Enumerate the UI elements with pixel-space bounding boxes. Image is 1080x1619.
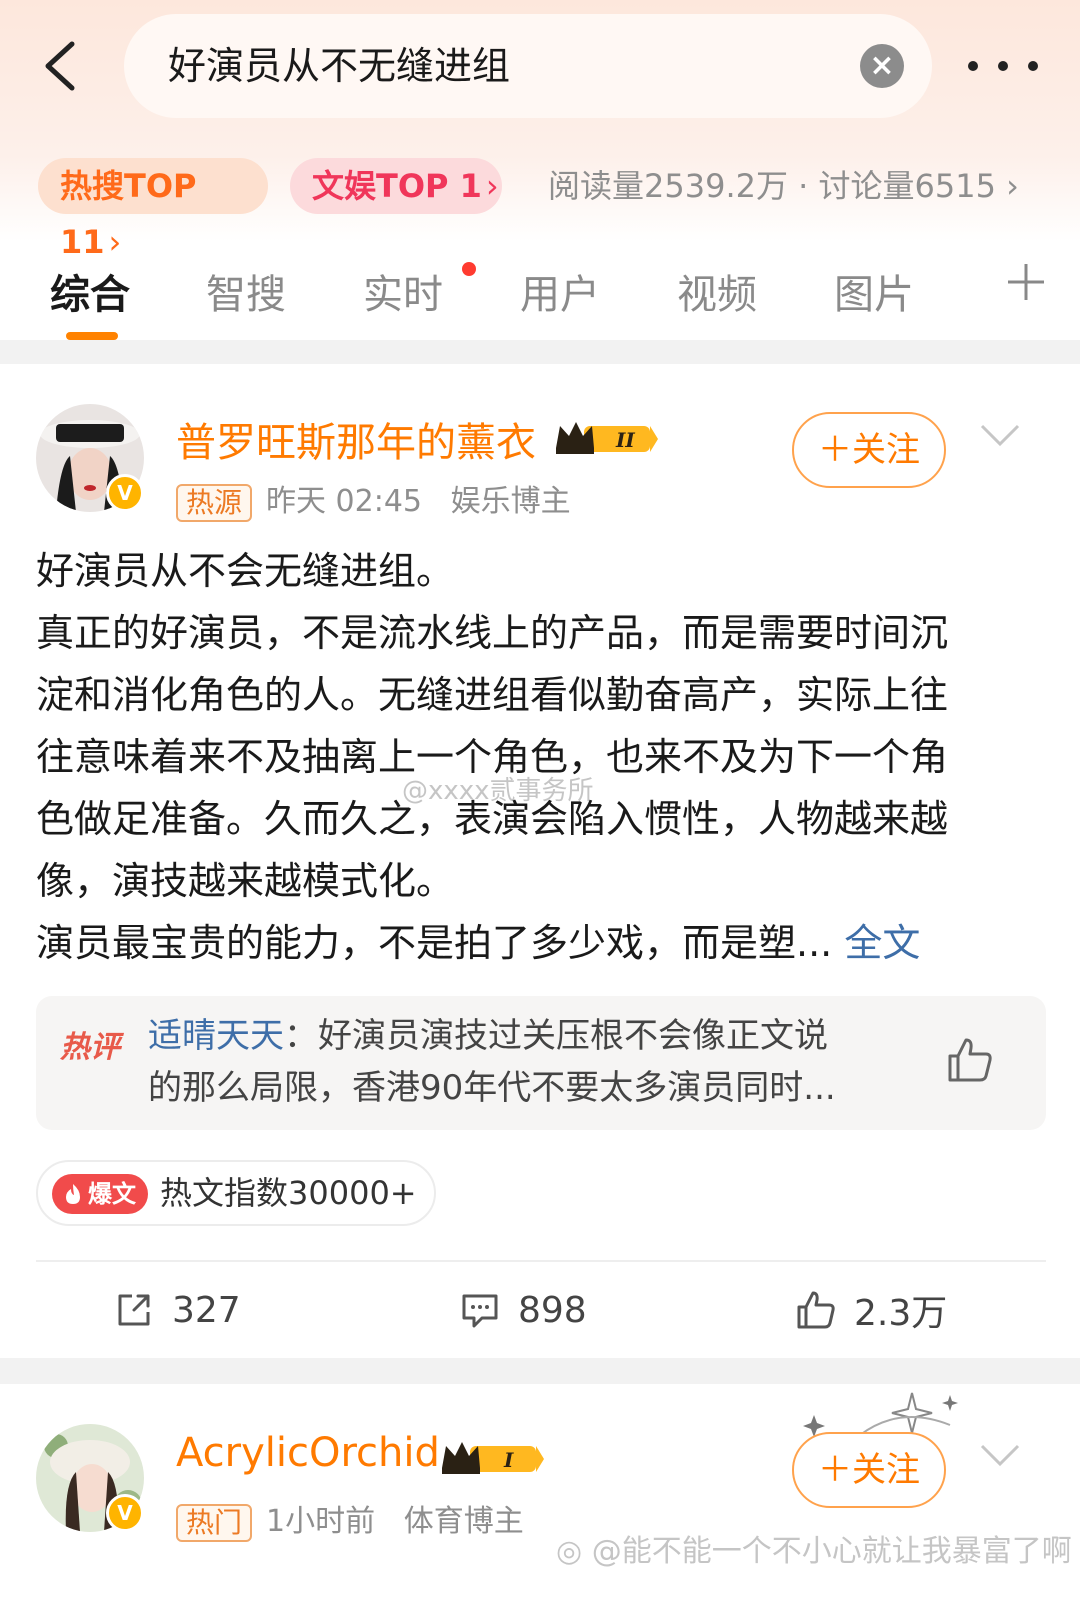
back-arrow-icon <box>45 41 75 91</box>
tab-comprehensive[interactable]: 综合 <box>50 262 130 320</box>
hot-comment-line: 的那么局限，香港90年代不要太多演员同时... <box>148 1068 836 1108</box>
like-button[interactable]: 2.3万 <box>796 1282 947 1338</box>
level-badge-text: II <box>615 428 635 452</box>
thumbs-up-icon <box>797 1291 835 1329</box>
level-crown-icon: II <box>556 422 658 454</box>
chevron-right-icon: › <box>485 167 499 205</box>
hot-comment-text: 适晴天天：好演员演技过关压根不会像正文说 的那么局限，香港90年代不要太多演员同… <box>148 1010 948 1114</box>
post-category: 娱乐博主 <box>450 484 571 519</box>
image-watermark: @xxxx贰事务所 <box>402 776 594 806</box>
more-dot <box>998 61 1008 71</box>
like-count: 2.3万 <box>854 1293 948 1334</box>
source-tag: 热源 <box>176 483 253 522</box>
realtime-notification-dot <box>462 262 476 276</box>
entertainment-rank-label: 文娱TOP 1 <box>312 167 482 205</box>
repost-icon <box>118 1294 150 1326</box>
more-dot <box>968 61 978 71</box>
post-username[interactable]: AcrylicOrchid <box>176 1430 440 1476</box>
level-badge-text: I <box>503 1448 514 1472</box>
level-crown-icon: I <box>442 1442 544 1474</box>
back-button[interactable] <box>38 40 86 92</box>
tab-realtime[interactable]: 实时 <box>363 262 443 320</box>
comment-button[interactable]: 898 <box>460 1282 587 1338</box>
boom-tag: 爆文 <box>52 1174 148 1214</box>
tab-videos[interactable]: 视频 <box>677 262 757 320</box>
search-input[interactable]: 好演员从不无缝进组 × <box>124 14 932 118</box>
post-line: 好演员从不会无缝进组。 <box>36 549 455 593</box>
thumbs-up-icon[interactable] <box>946 1036 994 1084</box>
post-meta: 热门 1小时前 体育博主 <box>176 1496 524 1542</box>
boom-tag-label: 爆文 <box>88 1180 136 1208</box>
follow-button[interactable]: ＋关注 <box>792 412 946 488</box>
post-line: 真正的好演员，不是流水线上的产品，而是需要时间沉 <box>36 611 949 655</box>
weibo-logo-icon: ◎ <box>556 1534 583 1569</box>
post-line: 演员最宝贵的能力，不是拍了多少戏，而是塑... <box>36 921 833 965</box>
search-query-text: 好演员从不无缝进组 <box>168 44 511 88</box>
source-tag: 热门 <box>176 1503 253 1542</box>
hot-comment-label: 热评 <box>60 1030 120 1065</box>
footer-watermark: ◎ @能不能一个不小心就让我暴富了啊 <box>556 1526 1072 1570</box>
post-time: 昨天 02:45 <box>266 484 423 519</box>
chevron-down-icon[interactable] <box>978 420 1022 450</box>
action-divider <box>36 1260 1046 1262</box>
follow-button[interactable]: ＋关注 <box>792 1432 946 1508</box>
post-line: 淀和消化角色的人。无缝进组看似勤奋高产，实际上往 <box>36 673 949 717</box>
full-text-link[interactable]: 全文 <box>844 921 920 965</box>
entertainment-rank-tag[interactable]: 文娱TOP 1 › <box>290 158 502 214</box>
active-tab-indicator <box>66 332 118 340</box>
post-meta: 热源 昨天 02:45 娱乐博主 <box>176 476 571 522</box>
hot-comment-line: 好演员演技过关压根不会像正文说 <box>318 1016 828 1056</box>
section-divider <box>0 340 1080 364</box>
close-icon[interactable]: × <box>860 44 904 88</box>
post-category: 体育博主 <box>403 1504 524 1539</box>
verified-badge: V <box>106 474 144 512</box>
hot-index-badge[interactable]: 爆文 热文指数30000+ <box>36 1160 436 1226</box>
post-content: 好演员从不会无缝进组。 真正的好演员，不是流水线上的产品，而是需要时间沉 淀和消… <box>36 540 1046 974</box>
footer-watermark-text: @能不能一个不小心就让我暴富了啊 <box>591 1534 1072 1569</box>
more-icon[interactable] <box>968 38 1038 94</box>
hot-search-rank-tag[interactable]: 热搜TOP 11 › <box>38 158 268 261</box>
verified-badge: V <box>106 1494 144 1532</box>
tab-smart-search[interactable]: 智搜 <box>206 262 286 320</box>
add-tab-icon[interactable] <box>1006 262 1046 302</box>
hot-comment[interactable]: 热评 适晴天天：好演员演技过关压根不会像正文说 的那么局限，香港90年代不要太多… <box>36 996 1046 1130</box>
post-line: 像，演技越来越模式化。 <box>36 859 455 903</box>
more-dot <box>1028 61 1038 71</box>
topic-stats[interactable]: 阅读量2539.2万 · 讨论量6515 › <box>548 158 1019 214</box>
comment-icon <box>462 1294 498 1328</box>
repost-button[interactable]: 327 <box>114 1282 241 1338</box>
flame-icon <box>66 1184 80 1204</box>
chevron-down-icon[interactable] <box>978 1440 1022 1470</box>
post-time: 1小时前 <box>266 1504 376 1539</box>
hot-index-text: 热文指数30000+ <box>160 1174 417 1212</box>
tab-users[interactable]: 用户 <box>520 262 600 320</box>
repost-count: 327 <box>172 1289 241 1331</box>
section-divider <box>0 1358 1080 1384</box>
tab-bar: 综合 智搜 实时 用户 视频 图片 <box>0 250 1080 340</box>
comment-count: 898 <box>518 1289 587 1331</box>
hot-comment-user[interactable]: 适晴天天 <box>148 1016 284 1056</box>
tab-images[interactable]: 图片 <box>834 262 914 320</box>
hot-comment-separator: ： <box>284 1016 318 1056</box>
post-username[interactable]: 普罗旺斯那年的薰衣 <box>176 410 536 468</box>
